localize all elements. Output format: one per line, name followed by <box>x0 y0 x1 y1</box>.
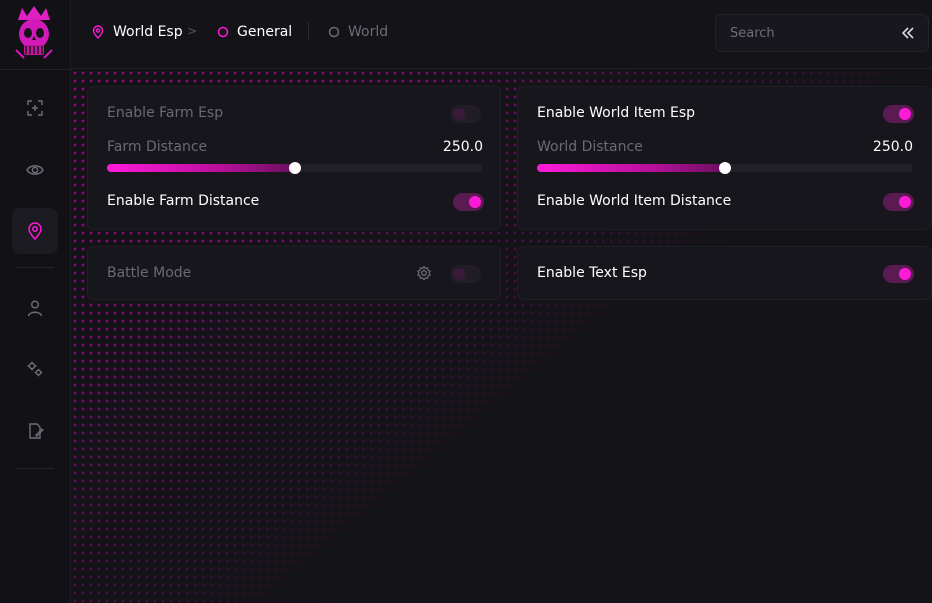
breadcrumb-general[interactable]: General <box>217 22 292 42</box>
enable-world-item-esp-toggle[interactable] <box>883 105 914 123</box>
battle-mode-label: Battle Mode <box>107 265 192 281</box>
enable-text-esp-label: Enable Text Esp <box>537 265 647 281</box>
enable-farm-distance-toggle[interactable] <box>453 193 484 211</box>
breadcrumb-label: General <box>237 24 293 40</box>
chevron-right-icon: > <box>187 24 198 38</box>
enable-world-item-esp-label: Enable World Item Esp <box>537 105 696 121</box>
world-distance-slider[interactable] <box>537 162 913 174</box>
farm-distance-label: Farm Distance <box>107 139 208 155</box>
gear-icon[interactable] <box>416 265 432 281</box>
eye-icon <box>26 165 44 175</box>
divider <box>308 22 309 40</box>
sidebar-item-player[interactable] <box>12 285 58 331</box>
user-icon <box>27 300 43 317</box>
farm-esp-card: Enable Farm Esp Farm Distance 250.0 Enab… <box>87 86 501 230</box>
farm-distance-slider[interactable] <box>107 162 483 174</box>
world-distance-label: World Distance <box>537 139 643 155</box>
enable-text-esp-toggle[interactable] <box>883 265 914 283</box>
enable-world-item-distance-label: Enable World Item Distance <box>537 193 732 209</box>
world-esp-card: Enable World Item Esp World Distance 250… <box>517 86 932 230</box>
search-input[interactable] <box>716 15 886 51</box>
circle-icon <box>217 26 229 38</box>
battle-mode-toggle[interactable] <box>450 265 481 283</box>
text-esp-card: Enable Text Esp <box>517 246 932 300</box>
world-distance-value: 250.0 <box>872 139 913 155</box>
breadcrumb-label: World <box>348 24 389 40</box>
sidebar <box>0 0 71 603</box>
map-pin-icon <box>92 25 104 39</box>
battle-mode-card: Battle Mode <box>87 246 501 300</box>
enable-farm-distance-label: Enable Farm Distance <box>107 193 260 209</box>
edit-file-icon <box>29 423 44 439</box>
farm-distance-value: 250.0 <box>442 139 483 155</box>
circle-icon <box>328 26 340 38</box>
search-box <box>715 14 929 52</box>
map-pin-icon <box>28 222 42 240</box>
slider-thumb[interactable] <box>719 162 731 174</box>
sidebar-item-world-esp[interactable] <box>12 208 58 254</box>
breadcrumb-label: World Esp <box>113 24 183 40</box>
skull-crown-logo <box>10 6 58 60</box>
gears-icon <box>27 361 43 377</box>
double-chevron-left-icon[interactable] <box>900 25 916 41</box>
sidebar-item-visuals[interactable] <box>12 147 58 193</box>
sidebar-item-config[interactable] <box>12 408 58 454</box>
sidebar-item-settings[interactable] <box>12 346 58 392</box>
enable-farm-esp-toggle[interactable] <box>450 105 481 123</box>
crosshair-icon <box>27 100 43 116</box>
top-bar: World Esp > General World <box>71 0 932 69</box>
enable-farm-esp-label: Enable Farm Esp <box>107 105 224 121</box>
breadcrumb-world[interactable]: World <box>328 22 388 42</box>
slider-thumb[interactable] <box>289 162 301 174</box>
sidebar-item-aim[interactable] <box>12 85 58 131</box>
breadcrumb-world-esp[interactable]: World Esp <box>91 22 183 42</box>
enable-world-item-distance-toggle[interactable] <box>883 193 914 211</box>
